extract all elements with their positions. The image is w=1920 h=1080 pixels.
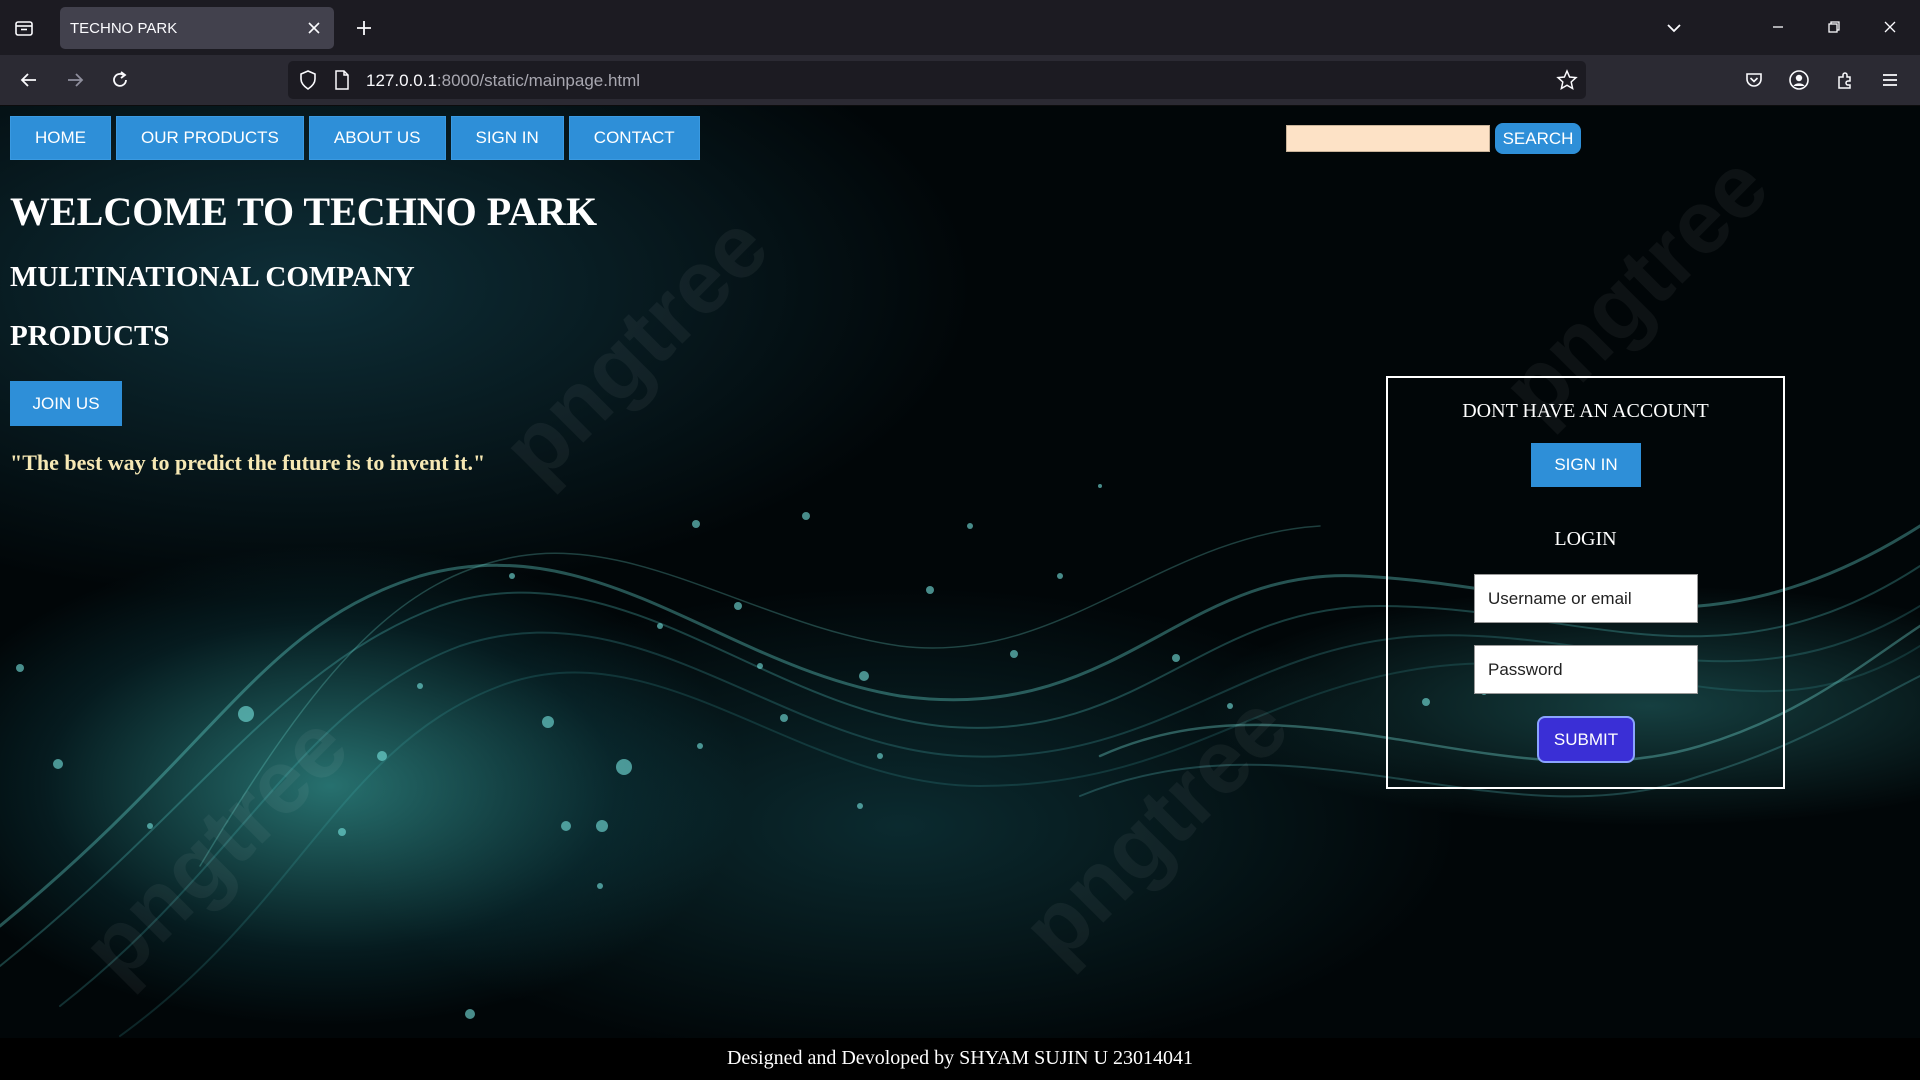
svg-text:pngtree: pngtree — [483, 196, 787, 500]
window-close-icon[interactable] — [1870, 10, 1910, 44]
login-panel: DONT HAVE AN ACCOUNT SIGN IN LOGIN Usern… — [1386, 376, 1785, 789]
browser-tab[interactable]: TECHNO PARK — [60, 7, 334, 49]
footer-credit: Designed and Devoloped by SHYAM SUJIN U … — [0, 1038, 1920, 1080]
shield-icon[interactable] — [298, 69, 318, 96]
browser-tab-bar: TECHNO PARK — [0, 0, 1920, 55]
nav-home-button[interactable]: HOME — [10, 116, 111, 160]
forward-arrow-icon[interactable] — [58, 63, 92, 97]
submit-button[interactable]: SUBMIT — [1537, 716, 1635, 763]
join-us-button[interactable]: JOIN US — [10, 381, 122, 426]
chevron-down-icon[interactable] — [1658, 12, 1690, 44]
panel-sign-in-button[interactable]: SIGN IN — [1531, 443, 1641, 487]
menu-icon[interactable] — [1873, 63, 1907, 97]
quote-text: "The best way to predict the future is t… — [10, 450, 486, 475]
tab-title: TECHNO PARK — [70, 20, 178, 37]
nav-sign-in-button[interactable]: SIGN IN — [450, 116, 564, 160]
password-field[interactable]: Password — [1474, 645, 1698, 694]
close-icon[interactable] — [304, 18, 324, 38]
page-viewport: pngtree pngtree pngtree pngtree HOME OUR… — [0, 106, 1920, 1080]
search-input[interactable] — [1286, 125, 1490, 152]
products-heading: PRODUCTS — [10, 320, 170, 352]
bookmark-star-icon[interactable] — [1556, 69, 1578, 96]
site-nav: HOME OUR PRODUCTS ABOUT US SIGN IN CONTA… — [10, 116, 700, 160]
extensions-icon[interactable] — [1828, 63, 1862, 97]
new-tab-icon[interactable] — [348, 12, 380, 44]
browser-toolbar: 127.0.0.1:8000/static/mainpage.html — [0, 55, 1920, 106]
restore-icon[interactable] — [1814, 10, 1854, 44]
no-account-text: DONT HAVE AN ACCOUNT — [1462, 400, 1709, 422]
reload-icon[interactable] — [103, 63, 137, 97]
url-text[interactable]: 127.0.0.1:8000/static/mainpage.html — [366, 71, 640, 91]
pocket-icon[interactable] — [1737, 63, 1771, 97]
nav-our-products-button[interactable]: OUR PRODUCTS — [116, 116, 304, 160]
search-button[interactable]: SEARCH — [1495, 123, 1581, 154]
page-title: WELCOME TO TECHNO PARK — [10, 189, 598, 234]
back-arrow-icon[interactable] — [12, 63, 46, 97]
company-subtitle: MULTINATIONAL COMPANY — [10, 261, 415, 293]
url-bar[interactable]: 127.0.0.1:8000/static/mainpage.html — [288, 61, 1586, 99]
tab-list-icon[interactable] — [8, 12, 40, 44]
page-icon — [334, 70, 350, 95]
nav-contact-button[interactable]: CONTACT — [568, 116, 700, 160]
account-icon[interactable] — [1782, 63, 1816, 97]
minimize-icon[interactable] — [1758, 10, 1798, 44]
nav-about-us-button[interactable]: ABOUT US — [308, 116, 446, 160]
username-field[interactable]: Username or email — [1474, 574, 1698, 623]
login-heading: LOGIN — [1554, 528, 1617, 550]
